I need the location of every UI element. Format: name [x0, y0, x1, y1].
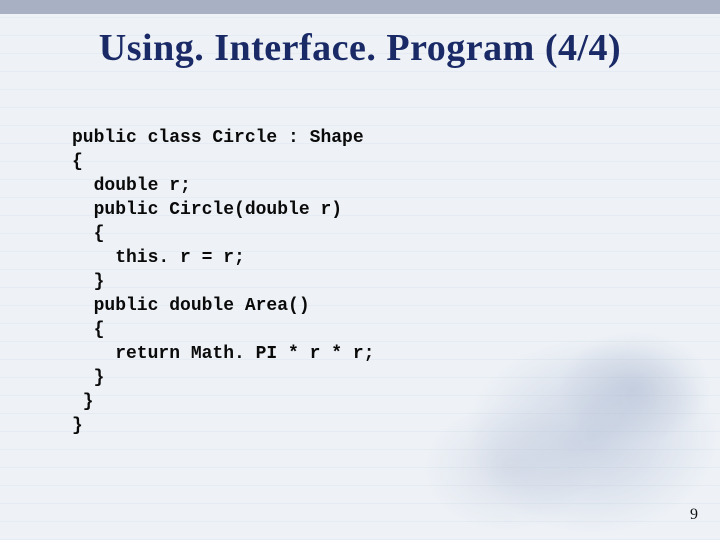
background-image — [340, 260, 720, 540]
top-band — [0, 0, 720, 14]
slide-title: Using. Interface. Program (4/4) — [0, 26, 720, 70]
slide: Using. Interface. Program (4/4) public c… — [0, 0, 720, 540]
page-number: 9 — [690, 506, 698, 524]
code-block: public class Circle : Shape { double r; … — [72, 126, 374, 438]
